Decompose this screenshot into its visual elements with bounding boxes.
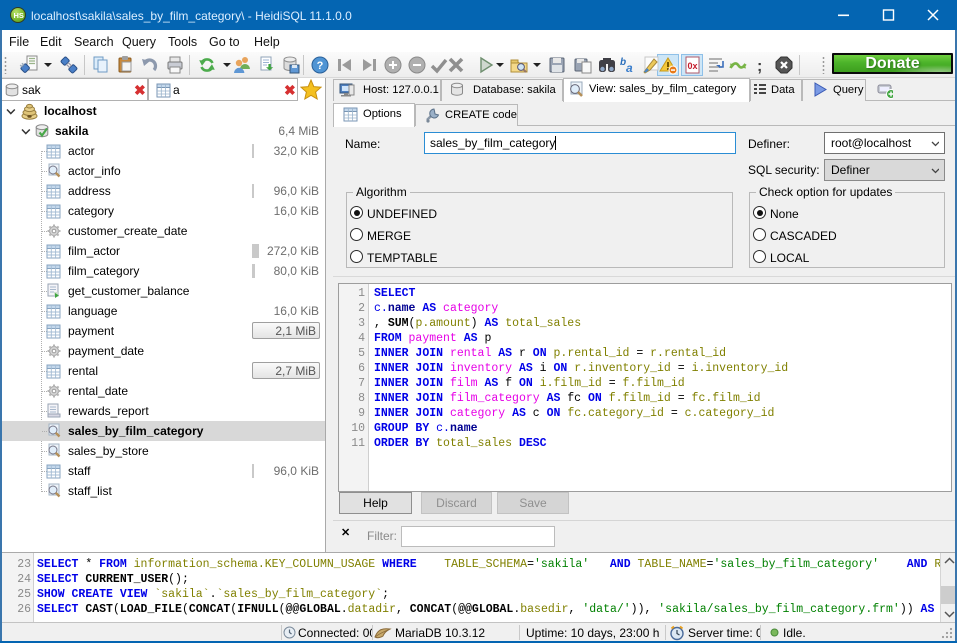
svg-text:?: ? xyxy=(317,60,324,72)
svg-text:a: a xyxy=(626,61,633,75)
svg-text:;: ; xyxy=(757,58,762,75)
svg-text:0x: 0x xyxy=(687,61,697,71)
